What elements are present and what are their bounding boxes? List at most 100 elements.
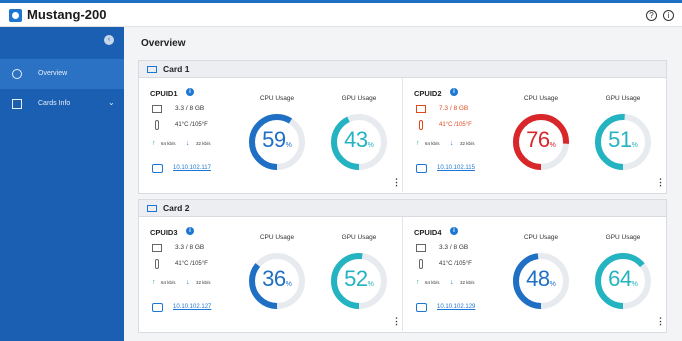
download-rate: 32 kb/s	[460, 141, 475, 146]
more-options-icon[interactable]: ⋮	[656, 178, 665, 187]
upload-rate: 64 kb/s	[161, 280, 176, 285]
more-options-icon[interactable]: ⋮	[392, 178, 401, 187]
memory-icon	[152, 244, 162, 252]
usage-number: 64	[608, 266, 632, 291]
upload-arrow-icon: ↑	[152, 279, 156, 286]
temperature: 41°C /105°F	[439, 261, 472, 267]
usage-value: 64%	[592, 264, 654, 300]
card-title: Card 2	[163, 203, 190, 213]
network-icon	[152, 303, 163, 312]
ip-address-link[interactable]: 10.10.102.129	[437, 304, 475, 310]
cpu-usage-label: CPU Usage	[259, 234, 295, 241]
app-title: Mustang-200	[27, 7, 107, 22]
memory-usage: 7.3 / 8 GB	[439, 105, 469, 112]
download-arrow-icon: ↓	[186, 279, 190, 286]
cpu-id: CPUID1	[150, 89, 178, 98]
upload-rate: 64 kb/s	[425, 280, 440, 285]
main-content: Overview Card 1 CPUID1 i 3.3 / 8 GB 41°C /10…	[124, 27, 682, 341]
usage-number: 59	[262, 127, 286, 152]
cpu-panel: CPUID4 i 3.3 / 8 GB 41°C /105°F ↑ 64 kb/s ↓ 32 …	[403, 217, 666, 331]
usage-gauge: 51%	[592, 111, 654, 173]
download-arrow-icon: ↓	[186, 140, 190, 147]
card-panel: Card 1 CPUID1 i 3.3 / 8 GB 41°C /105°F ↑ 64 kb…	[138, 60, 667, 194]
card-header: Card 1	[139, 61, 666, 78]
info-icon[interactable]: i	[450, 88, 458, 96]
more-options-icon[interactable]: ⋮	[656, 317, 665, 326]
gauge-icon	[12, 69, 22, 79]
gpu-usage-label: GPU Usage	[605, 234, 641, 241]
usage-value: 59%	[246, 125, 308, 161]
info-icon[interactable]: i	[186, 227, 194, 235]
download-rate: 32 kb/s	[460, 280, 475, 285]
info-icon[interactable]: i	[186, 88, 194, 96]
percent-sign: %	[367, 281, 374, 288]
cpu-id: CPUID4	[414, 228, 442, 237]
cpu-panel: CPUID1 i 3.3 / 8 GB 41°C /105°F ↑ 64 kb/s ↓ 32 …	[139, 78, 402, 192]
percent-sign: %	[549, 281, 556, 288]
percent-sign: %	[631, 142, 638, 149]
cpu-panel: CPUID2 i 7.3 / 8 GB 41°C /105°F ↑ 64 kb/s ↓ 32 …	[403, 78, 666, 192]
card-panel: Card 2 CPUID3 i 3.3 / 8 GB 41°C /105°F ↑ 64 kb…	[138, 199, 667, 333]
help-icon[interactable]: ?	[646, 10, 657, 21]
usage-gauge: 59%	[246, 111, 308, 173]
usage-value: 36%	[246, 264, 308, 300]
sidebar-item-overview[interactable]: Overview	[0, 59, 124, 89]
upload-arrow-icon: ↑	[416, 140, 420, 147]
usage-gauge: 48%	[510, 250, 572, 312]
usage-value: 52%	[328, 264, 390, 300]
memory-icon	[416, 244, 426, 252]
cpu-panel: CPUID3 i 3.3 / 8 GB 41°C /105°F ↑ 64 kb/s ↓ 32 …	[139, 217, 402, 331]
card-header: Card 2	[139, 200, 666, 217]
sidebar-item-cards-info[interactable]: Cards Info ⌄	[0, 89, 124, 119]
memory-icon	[416, 105, 426, 113]
network-icon	[416, 164, 427, 173]
usage-value: 51%	[592, 125, 654, 161]
memory-usage: 3.3 / 8 GB	[175, 105, 205, 112]
percent-sign: %	[367, 142, 374, 149]
sidebar-item-label: Overview	[38, 70, 68, 77]
more-options-icon[interactable]: ⋮	[392, 317, 401, 326]
temperature: 41°C /105°F	[175, 122, 208, 128]
upload-rate: 64 kb/s	[161, 141, 176, 146]
card-icon	[12, 99, 22, 109]
memory-usage: 3.3 / 8 GB	[439, 244, 469, 251]
card-icon	[147, 205, 157, 212]
sidebar-item-label: Cards Info	[38, 100, 71, 107]
ip-address-link[interactable]: 10.10.102.127	[173, 304, 211, 310]
usage-number: 43	[344, 127, 368, 152]
usage-gauge: 76%	[510, 111, 572, 173]
cpu-usage-label: CPU Usage	[523, 95, 559, 102]
ip-address-link[interactable]: 10.10.102.115	[437, 165, 475, 171]
percent-sign: %	[285, 281, 292, 288]
chevron-down-icon[interactable]: ⌄	[108, 98, 115, 107]
percent-sign: %	[549, 142, 556, 149]
app-window: Mustang-200 ? i ‹ Overview Cards Info ⌄ …	[0, 0, 682, 341]
card-title: Card 1	[163, 64, 190, 74]
gpu-usage-label: GPU Usage	[341, 95, 377, 102]
about-icon[interactable]: i	[663, 10, 674, 21]
ip-address-link[interactable]: 10.10.102.117	[173, 165, 211, 171]
thermometer-icon	[155, 120, 159, 130]
usage-gauge: 64%	[592, 250, 654, 312]
info-icon[interactable]: i	[450, 227, 458, 235]
thermometer-icon	[419, 259, 423, 269]
upload-arrow-icon: ↑	[416, 279, 420, 286]
download-arrow-icon: ↓	[450, 279, 454, 286]
thermometer-icon	[155, 259, 159, 269]
usage-gauge: 52%	[328, 250, 390, 312]
card-icon	[147, 66, 157, 73]
usage-number: 52	[344, 266, 368, 291]
cpu-id: CPUID2	[414, 89, 442, 98]
download-rate: 32 kb/s	[196, 141, 211, 146]
upload-rate: 64 kb/s	[425, 141, 440, 146]
usage-value: 76%	[510, 125, 572, 161]
upload-arrow-icon: ↑	[152, 140, 156, 147]
cpu-usage-label: CPU Usage	[259, 95, 295, 102]
network-icon	[416, 303, 427, 312]
collapse-sidebar-button[interactable]: ‹	[104, 35, 114, 45]
gpu-usage-label: GPU Usage	[605, 95, 641, 102]
usage-number: 76	[526, 127, 550, 152]
temperature: 41°C /105°F	[175, 261, 208, 267]
cpu-id: CPUID3	[150, 228, 178, 237]
sidebar: ‹ Overview Cards Info ⌄	[0, 27, 124, 341]
